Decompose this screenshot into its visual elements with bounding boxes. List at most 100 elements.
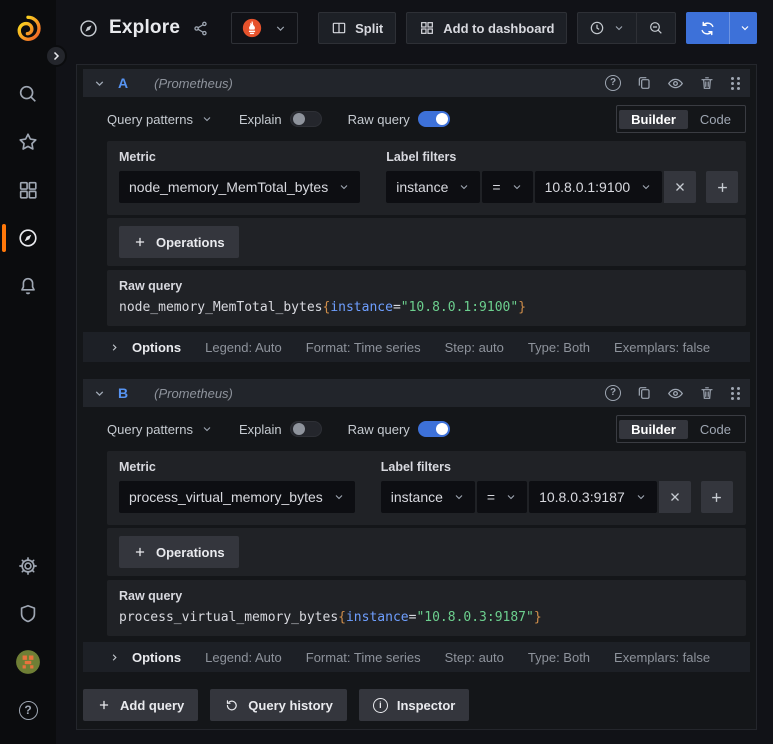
chevron-down-icon — [338, 181, 350, 193]
query-header-a[interactable]: A (Prometheus) ? — [83, 69, 750, 97]
duplicate-query-icon[interactable] — [636, 75, 652, 91]
query-options-row-b[interactable]: Options Legend: Auto Format: Time series… — [83, 642, 750, 672]
sidebar-item-starred[interactable] — [0, 118, 56, 166]
query-header-b[interactable]: B (Prometheus) ? — [83, 379, 750, 407]
clock-icon — [589, 20, 605, 36]
sidebar-item-search[interactable] — [0, 70, 56, 118]
split-button[interactable]: Split — [318, 12, 397, 44]
chevron-down-icon — [458, 181, 470, 193]
filter-value-select[interactable]: 10.8.0.1:9100 — [534, 171, 663, 203]
filter-label-select[interactable]: instance — [386, 171, 481, 203]
collapse-chevron-icon[interactable] — [93, 387, 106, 400]
collapse-chevron-icon[interactable] — [93, 77, 106, 90]
disable-query-eye-icon[interactable] — [667, 75, 684, 92]
page-title: Explore — [109, 17, 181, 38]
grafana-logo-icon[interactable] — [13, 14, 43, 44]
chevron-down-icon — [640, 181, 652, 193]
query-options-row-a[interactable]: Options Legend: Auto Format: Time series… — [83, 332, 750, 362]
bell-icon — [17, 275, 39, 297]
builder-mode-button[interactable]: Builder — [619, 109, 688, 129]
query-patterns-dropdown[interactable]: Query patterns — [107, 422, 213, 437]
inspector-label: Inspector — [396, 697, 456, 713]
filter-operator-value: = — [492, 179, 501, 195]
add-query-button[interactable]: Add query — [83, 689, 199, 721]
query-help-icon[interactable]: ? — [605, 75, 621, 91]
metric-select[interactable]: node_memory_MemTotal_bytes — [119, 171, 361, 203]
explain-toggle[interactable] — [289, 111, 322, 127]
plus-icon — [135, 547, 145, 557]
sidebar-bottom-group: ? — [0, 542, 56, 734]
share-icon[interactable] — [192, 20, 209, 37]
option-type: Type: Both — [527, 649, 591, 665]
operations-button-label: Operations — [156, 544, 225, 560]
options-label: Options — [132, 339, 182, 355]
disable-query-eye-icon[interactable] — [667, 385, 684, 402]
explain-toggle[interactable] — [289, 421, 322, 437]
filter-value-text: 10.8.0.3:9187 — [539, 489, 625, 505]
query-history-label: Query history — [248, 697, 333, 713]
sidebar-item-server-admin[interactable] — [0, 590, 56, 638]
add-operations-button[interactable]: Operations — [119, 226, 239, 258]
dashboard-grid-icon — [419, 20, 435, 36]
drag-handle-icon[interactable] — [730, 385, 740, 401]
option-format: Format: Time series — [305, 649, 421, 665]
add-to-dashboard-button[interactable]: Add to dashboard — [406, 12, 568, 44]
sidebar-item-dashboards[interactable] — [0, 166, 56, 214]
filter-operator-select[interactable]: = — [476, 481, 528, 513]
chevron-down-icon — [505, 491, 517, 503]
option-legend: Legend: Auto — [205, 649, 282, 665]
chevron-down-icon — [511, 181, 523, 193]
time-range-picker[interactable] — [578, 13, 636, 43]
raw-query-toggle[interactable] — [417, 111, 450, 127]
sidebar-item-alerting[interactable] — [0, 262, 56, 310]
filter-operator-select[interactable]: = — [482, 171, 533, 203]
remove-query-trash-icon[interactable] — [699, 385, 715, 401]
raw-query-code: node_memory_MemTotal_bytes{instance="10.… — [119, 300, 527, 315]
remove-query-trash-icon[interactable] — [699, 75, 715, 91]
remove-filter-button[interactable] — [658, 481, 691, 513]
code-mode-button[interactable]: Code — [688, 110, 743, 129]
builder-mode-button[interactable]: Builder — [619, 419, 688, 439]
add-operations-button[interactable]: Operations — [119, 536, 239, 568]
sidebar-item-profile[interactable] — [0, 638, 56, 686]
option-format: Format: Time series — [305, 339, 421, 355]
add-filter-button[interactable] — [700, 481, 733, 513]
operations-button-label: Operations — [156, 234, 225, 250]
add-to-dashboard-label: Add to dashboard — [443, 20, 555, 36]
label-filters-label: Label filters — [386, 150, 457, 164]
sidebar-expand-button[interactable] — [45, 45, 67, 67]
zoom-out-time-button[interactable] — [636, 13, 675, 43]
plus-icon — [99, 700, 109, 710]
filter-value-select[interactable]: 10.8.0.3:9187 — [529, 481, 657, 513]
duplicate-query-icon[interactable] — [636, 385, 652, 401]
metric-select[interactable]: process_virtual_memory_bytes — [119, 481, 355, 513]
raw-query-card-a: Raw query node_memory_MemTotal_bytes{ins… — [107, 270, 746, 326]
inspector-button[interactable]: i Inspector — [358, 689, 470, 721]
query-builder-card-b: Metric process_virtual_memory_bytes Labe… — [107, 451, 746, 525]
code-mode-button[interactable]: Code — [688, 420, 743, 439]
chevron-down-icon — [333, 491, 345, 503]
query-help-icon[interactable]: ? — [605, 385, 621, 401]
explain-label: Explain — [239, 421, 282, 437]
drag-handle-icon[interactable] — [730, 75, 740, 91]
filter-label-select[interactable]: instance — [380, 481, 475, 513]
filter-label-value: instance — [390, 489, 443, 505]
query-history-button[interactable]: Query history — [210, 689, 347, 721]
option-exemplars: Exemplars: false — [614, 649, 711, 665]
sidebar-item-help[interactable]: ? — [0, 686, 56, 734]
refresh-icon — [686, 12, 729, 44]
filter-value-text: 10.8.0.1:9100 — [544, 179, 631, 195]
option-exemplars: Exemplars: false — [614, 339, 711, 355]
raw-query-card-b: Raw query process_virtual_memory_bytes{i… — [107, 580, 746, 636]
sidebar-item-explore[interactable] — [0, 214, 56, 262]
label-filters-field: Label filters instance = — [386, 150, 739, 203]
add-filter-button[interactable] — [706, 171, 739, 203]
raw-query-toggle[interactable] — [417, 421, 450, 437]
remove-filter-button[interactable] — [664, 171, 697, 203]
sidebar-item-configuration[interactable] — [0, 542, 56, 590]
run-query-button[interactable] — [686, 12, 757, 44]
run-interval-caret[interactable] — [729, 12, 757, 44]
query-patterns-dropdown[interactable]: Query patterns — [107, 112, 213, 127]
datasource-picker[interactable] — [231, 12, 299, 44]
operations-card-b: Operations — [107, 528, 746, 576]
